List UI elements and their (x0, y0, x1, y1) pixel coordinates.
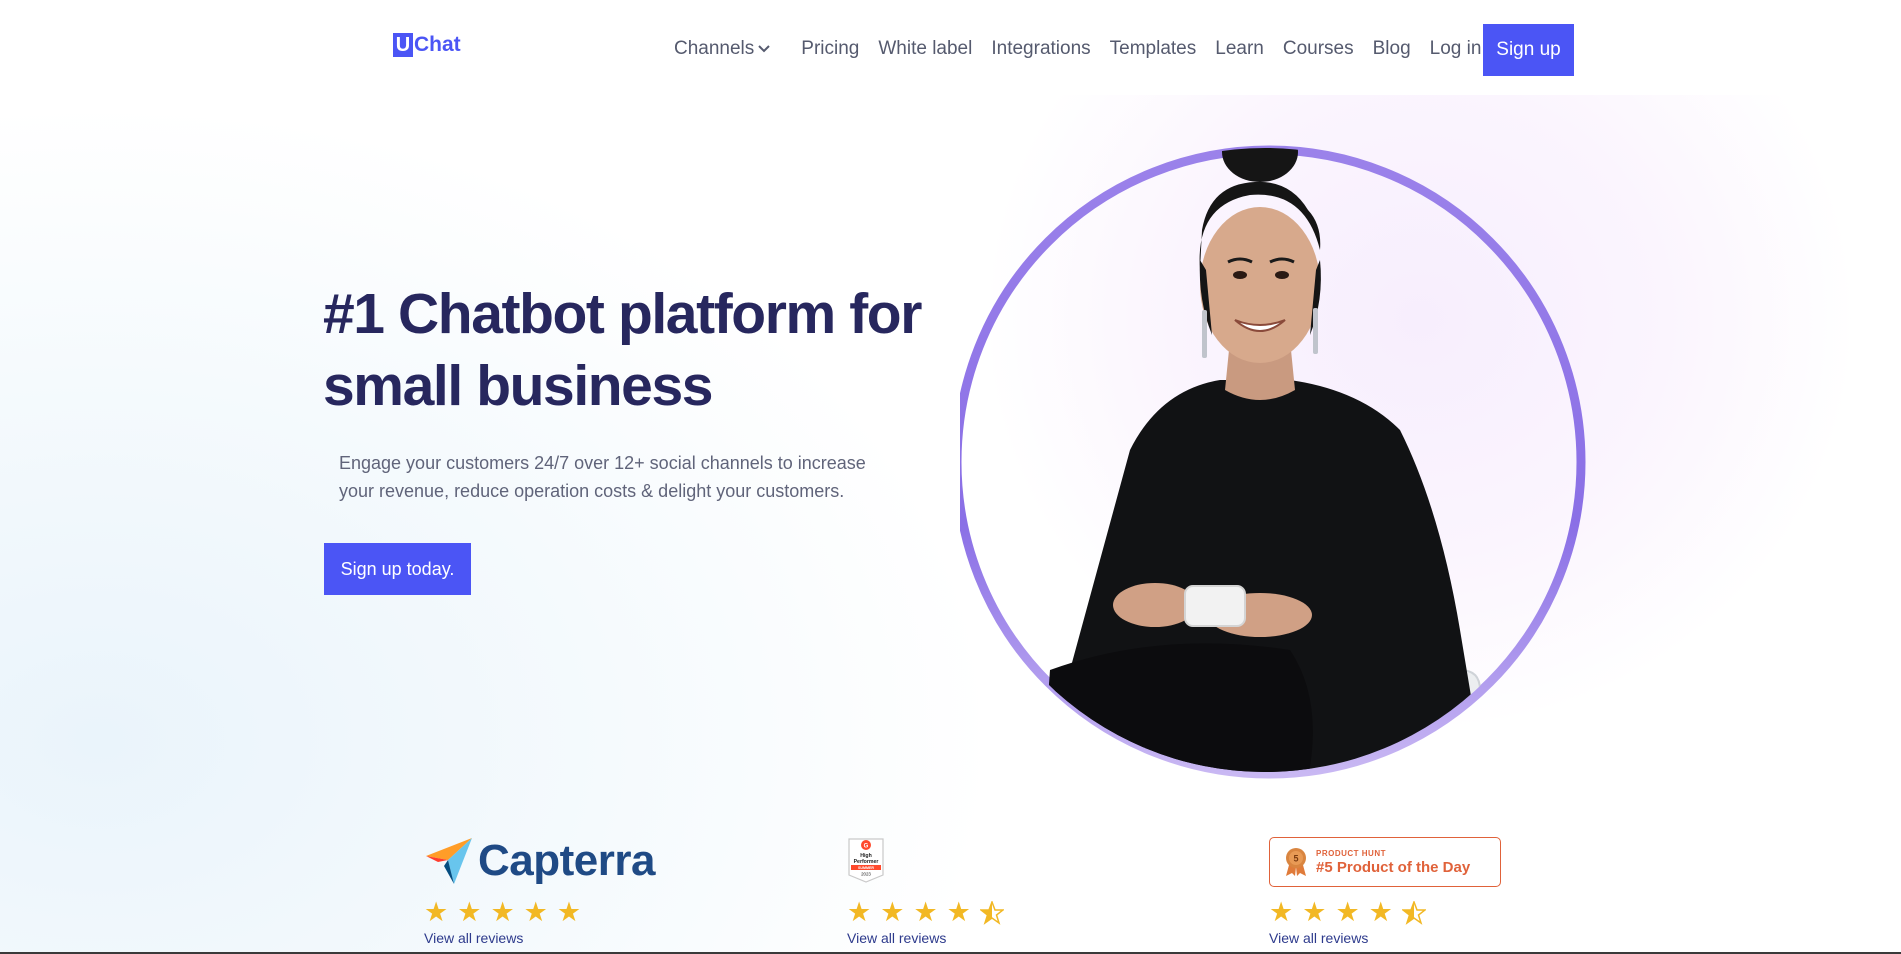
star-icon: ★ (913, 897, 938, 927)
nav-channels[interactable]: Channels (674, 38, 771, 60)
capterra-review: ★ ★ ★ ★ ★ View all reviews (424, 899, 590, 947)
nav-learn[interactable]: Learn (1215, 38, 1264, 60)
star-half-icon (979, 901, 1004, 925)
star-icon: ★ (1269, 897, 1294, 927)
star-half-icon (1401, 901, 1426, 925)
nav-templates[interactable]: Templates (1110, 38, 1197, 60)
g2-badge-line-3: SUMMER (858, 866, 874, 870)
star-icon: ★ (1335, 897, 1360, 927)
capterra-wordmark: Capterra (478, 836, 655, 885)
star-icon: ★ (946, 897, 971, 927)
star-icon: ★ (880, 897, 905, 927)
uchat-logo[interactable]: U Chat (393, 33, 461, 57)
hero-subtext: Engage your customers 24/7 over 12+ soci… (339, 449, 899, 505)
hero-photo (960, 145, 1586, 779)
nav-white-label[interactable]: White label (878, 38, 972, 60)
signup-today-button[interactable]: Sign up today. (324, 543, 471, 595)
capterra-logo: Capterra (424, 836, 655, 886)
g2-high-performer-badge: G High Performer SUMMER 2023 (848, 838, 884, 883)
nav-channels-label: Channels (674, 38, 755, 59)
product-hunt-view-reviews-link[interactable]: View all reviews (1269, 930, 1426, 946)
product-hunt-label: PRODUCT HUNT (1316, 848, 1386, 858)
nav-integrations[interactable]: Integrations (991, 38, 1090, 60)
star-icon: ★ (523, 897, 548, 927)
nav-blog[interactable]: Blog (1373, 38, 1411, 60)
star-icon: ★ (424, 897, 449, 927)
medal-number: 5 (1293, 854, 1298, 864)
star-icon: ★ (1368, 897, 1393, 927)
capterra-view-reviews-link[interactable]: View all reviews (424, 930, 590, 946)
chevron-down-icon (758, 45, 770, 53)
nav-pricing[interactable]: Pricing (801, 38, 859, 60)
medal-icon: 5 (1286, 848, 1306, 876)
g2-review: ★ ★ ★ ★ View all reviews (847, 899, 1004, 946)
g2-view-reviews-link[interactable]: View all reviews (847, 930, 1004, 946)
star-icon: ★ (1302, 897, 1327, 927)
product-hunt-review: ★ ★ ★ ★ View all reviews (1269, 899, 1426, 946)
product-hunt-stars: ★ ★ ★ ★ (1269, 899, 1426, 926)
star-icon: ★ (490, 897, 515, 927)
headline-line-1: #1 Chatbot platform for (323, 282, 922, 346)
person-figure (1038, 148, 1481, 772)
hero-background-left (0, 100, 1000, 954)
star-icon: ★ (847, 897, 872, 927)
logo-letter: U (393, 33, 413, 57)
capterra-stars: ★ ★ ★ ★ ★ (424, 899, 590, 926)
signup-button[interactable]: Sign up (1483, 24, 1574, 76)
nav-courses[interactable]: Courses (1283, 38, 1354, 60)
product-hunt-rank: #5 Product of the Day (1316, 858, 1471, 876)
star-icon: ★ (457, 897, 482, 927)
main-nav: Channels Pricing White label Integration… (674, 38, 1500, 60)
product-hunt-badge[interactable]: 5 PRODUCT HUNT #5 Product of the Day (1269, 837, 1501, 887)
subtext-line-1: Engage your customers 24/7 over 12+ soci… (339, 453, 866, 473)
g2-mark: G (864, 844, 869, 850)
capterra-arrow-icon (426, 838, 472, 884)
g2-badge-line-2: Performer (854, 859, 879, 865)
product-hunt-texts: PRODUCT HUNT #5 Product of the Day (1316, 849, 1470, 876)
g2-badge-line-4: 2023 (861, 872, 871, 877)
headline-line-2: small business (323, 354, 713, 418)
logo-text: Chat (414, 33, 461, 56)
nav-login[interactable]: Log in (1430, 38, 1482, 60)
star-icon: ★ (556, 897, 582, 927)
subtext-line-2: your revenue, reduce operation costs & d… (339, 481, 845, 501)
g2-stars: ★ ★ ★ ★ (847, 899, 1004, 926)
hero-headline: #1 Chatbot platform for small business (323, 278, 983, 422)
